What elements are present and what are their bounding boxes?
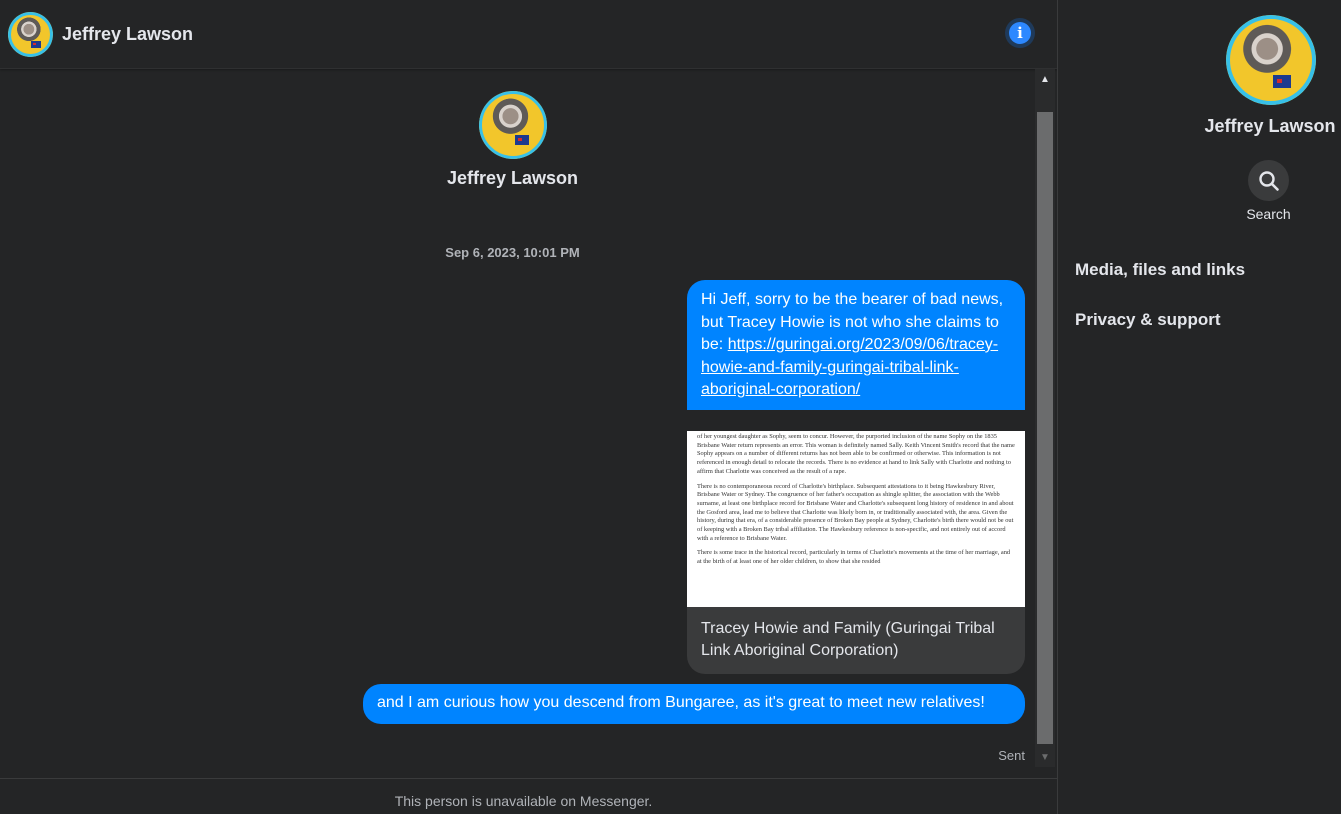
conversation-info-button[interactable]: i [1005, 18, 1035, 48]
preview-paragraph: There is no contemporaneous record of Ch… [697, 482, 1014, 542]
link-preview-image[interactable]: of her youngest daughter as Sophy, seem … [687, 431, 1025, 607]
avatar-ring [1226, 15, 1316, 105]
search-button[interactable] [1248, 160, 1289, 201]
message-timestamp: Sep 6, 2023, 10:01 PM [445, 245, 580, 260]
outgoing-message-bubble[interactable]: and I am curious how you descend from Bu… [363, 684, 1025, 724]
header-contact-name[interactable]: Jeffrey Lawson [62, 24, 193, 45]
message-status: Sent [998, 748, 1025, 763]
message-thread: Jeffrey Lawson Sep 6, 2023, 10:01 PM Hi … [0, 69, 1035, 769]
search-icon [1258, 170, 1279, 191]
preview-paragraph: of her youngest daughter as Sophy, seem … [697, 433, 1015, 475]
scrollbar-thumb[interactable] [1037, 112, 1053, 744]
avatar-ring [479, 91, 547, 159]
link-preview-title[interactable]: Tracey Howie and Family (Guringai Tribal… [687, 607, 1025, 674]
scroll-down-arrow-icon[interactable]: ▼ [1035, 747, 1055, 767]
thread-scrollbar[interactable]: ▲ ▼ [1035, 69, 1055, 767]
chat-header: Jeffrey Lawson i [0, 0, 1057, 69]
sidebar-contact-name[interactable]: Jeffrey Lawson [1183, 116, 1341, 137]
chat-panel: Jeffrey Lawson i Jeffrey Lawson Sep 6, 2… [0, 0, 1057, 814]
thread-contact-name: Jeffrey Lawson [446, 168, 579, 188]
preview-paragraph: There is some trace in the historical re… [697, 549, 1011, 566]
scroll-up-arrow-icon[interactable]: ▲ [1035, 69, 1055, 89]
outgoing-message-bubble[interactable]: Hi Jeff, sorry to be the bearer of bad n… [687, 280, 1025, 410]
unavailable-notice: This person is unavailable on Messenger. [394, 793, 653, 809]
messenger-window: Jeffrey Lawson i Jeffrey Lawson Sep 6, 2… [0, 0, 1341, 814]
info-icon: i [1009, 22, 1031, 44]
sidebar-item-media-files-links[interactable]: Media, files and links [1075, 260, 1245, 280]
composer-footer: This person is unavailable on Messenger. [0, 778, 1057, 814]
message-link[interactable]: https://guringai.org/2023/09/06/tracey-h… [701, 336, 998, 398]
sidebar-contact-avatar[interactable] [1226, 15, 1316, 105]
sidebar-item-privacy-support[interactable]: Privacy & support [1075, 310, 1221, 330]
search-label[interactable]: Search [1228, 206, 1309, 222]
thread-contact-avatar[interactable] [479, 91, 547, 159]
contact-avatar[interactable] [8, 12, 53, 57]
details-sidebar: Jeffrey Lawson Search Media, files and l… [1058, 0, 1341, 814]
avatar-ring [8, 12, 53, 57]
